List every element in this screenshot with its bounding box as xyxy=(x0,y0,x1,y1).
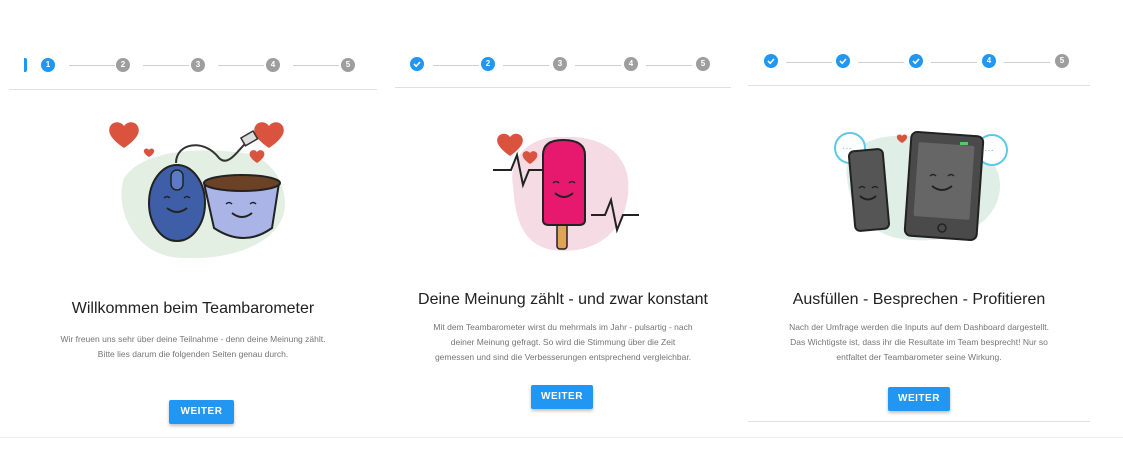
check-icon xyxy=(413,61,421,68)
stepper: 1 2 3 4 5 xyxy=(9,55,377,75)
step-5[interactable]: 5 xyxy=(1055,54,1069,68)
step-4[interactable]: 4 xyxy=(624,57,638,71)
panel-title: Ausfüllen - Besprechen - Profitieren xyxy=(792,291,1046,308)
step-5[interactable]: 5 xyxy=(696,57,710,71)
step-1[interactable]: 1 xyxy=(41,58,55,72)
footer-divider xyxy=(0,437,1123,438)
step-2-completed[interactable] xyxy=(836,54,850,68)
onboarding-panel-1: 1 2 3 4 5 Willkommen beim Teambarometer … xyxy=(9,0,377,424)
divider xyxy=(748,85,1090,86)
panel-title: Deine Meinung zählt - und zwar konstant xyxy=(418,291,708,308)
divider xyxy=(395,87,731,88)
step-2[interactable]: 2 xyxy=(116,58,130,72)
panel-description: Wir freuen uns sehr über deine Teilnahme… xyxy=(60,334,326,359)
check-icon xyxy=(767,58,775,65)
panel-description: Nach der Umfrage werden die Inputs auf d… xyxy=(789,322,1049,362)
svg-text:···: ··· xyxy=(984,145,994,156)
weiter-button[interactable]: WEITER xyxy=(169,400,234,424)
step-4[interactable]: 4 xyxy=(982,54,996,68)
weiter-button[interactable]: WEITER xyxy=(531,385,593,409)
step-1-completed[interactable] xyxy=(410,57,424,71)
step-4[interactable]: 4 xyxy=(266,58,280,72)
step-3-completed[interactable] xyxy=(909,54,923,68)
panel-title: Willkommen beim Teambarometer xyxy=(71,300,315,317)
check-icon xyxy=(912,58,920,65)
stepper: 4 5 xyxy=(748,52,1090,72)
divider xyxy=(748,421,1090,422)
onboarding-panel-3: 4 5 ··· ··· Ausfüllen - Besprechen - Pro… xyxy=(748,0,1090,422)
step-3[interactable]: 3 xyxy=(191,58,205,72)
step-2[interactable]: 2 xyxy=(481,57,495,71)
step-1-completed[interactable] xyxy=(764,54,778,68)
step-5[interactable]: 5 xyxy=(341,58,355,72)
panel-description: Mit dem Teambarometer wirst du mehrmals … xyxy=(433,322,693,362)
weiter-button[interactable]: WEITER xyxy=(888,387,950,411)
previous-step-indicator xyxy=(24,58,27,72)
mouse-and-cup-illustration xyxy=(109,122,285,259)
divider xyxy=(9,89,377,90)
onboarding-panel-2: 2 3 4 5 Deine Meinung zählt - und zwar k… xyxy=(395,0,731,409)
popsicle-heartbeat-illustration xyxy=(493,133,639,251)
stepper: 2 3 4 5 xyxy=(395,55,731,75)
step-3[interactable]: 3 xyxy=(553,57,567,71)
phone-and-tablet-illustration: ··· ··· xyxy=(834,131,1008,241)
check-icon xyxy=(839,58,847,65)
